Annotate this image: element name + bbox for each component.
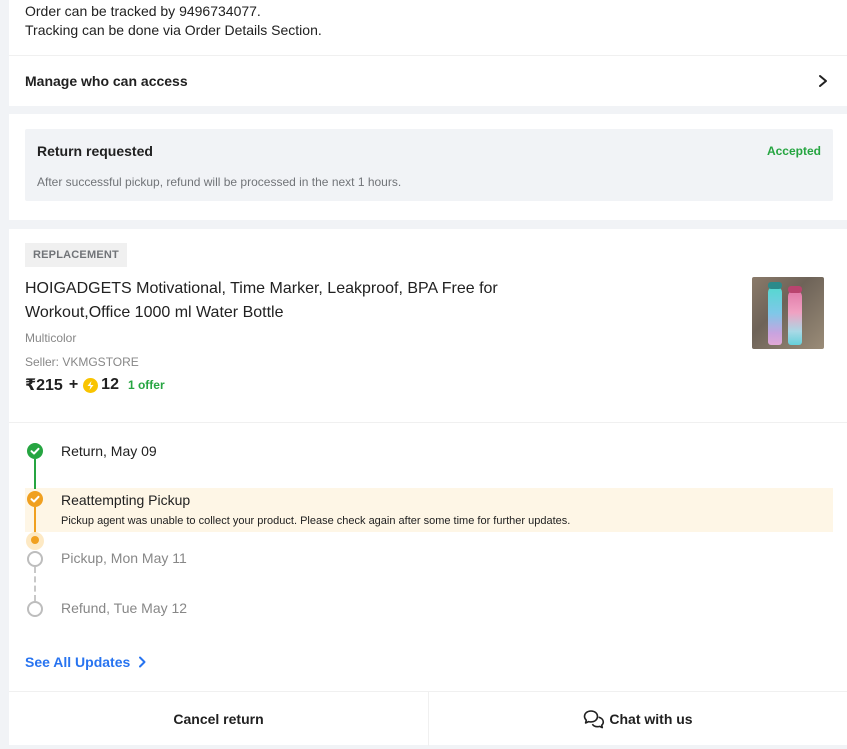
timeline-step-pickup: Pickup, Mon May 11 bbox=[61, 550, 187, 566]
return-status-description: After successful pickup, refund will be … bbox=[37, 175, 402, 189]
chat-with-us-label: Chat with us bbox=[609, 711, 693, 727]
price-plus: + bbox=[68, 376, 79, 393]
bottle-cap bbox=[788, 286, 802, 293]
see-all-updates-label: See All Updates bbox=[25, 654, 131, 670]
timeline-step-refund: Refund, Tue May 12 bbox=[61, 600, 188, 616]
coin-count: 12 bbox=[101, 376, 119, 393]
divider bbox=[9, 422, 847, 423]
manage-access-label: Manage who can access bbox=[25, 73, 188, 89]
return-status-card: Return requested Accepted After successf… bbox=[9, 114, 847, 220]
offer-link[interactable]: 1 offer bbox=[128, 378, 165, 392]
timeline-line-done bbox=[34, 459, 36, 489]
chat-with-us-button[interactable]: Chat with us bbox=[429, 692, 847, 746]
tracking-info-text: Tracking can be done via Order Details S… bbox=[25, 22, 322, 38]
replacement-tag: REPLACEMENT bbox=[25, 243, 127, 267]
cancel-return-button[interactable]: Cancel return bbox=[9, 692, 429, 746]
pending-step-icon bbox=[27, 601, 43, 617]
flipkart-coin-icon bbox=[83, 377, 99, 393]
cancel-return-label: Cancel return bbox=[173, 711, 264, 727]
pending-step-icon bbox=[27, 551, 43, 567]
chevron-right-icon bbox=[139, 656, 146, 668]
action-bar: Cancel return Chat with us bbox=[9, 691, 847, 746]
timeline-step-description: Pickup agent was unable to collect your … bbox=[61, 515, 571, 527]
product-color: Multicolor bbox=[25, 331, 77, 345]
tracking-number-text: Order can be tracked by 9496734077. bbox=[25, 3, 261, 19]
product-seller: Seller: VKMGSTORE bbox=[25, 355, 139, 369]
timeline-line-pending bbox=[34, 567, 36, 601]
chevron-right-icon bbox=[819, 75, 827, 87]
check-icon bbox=[27, 491, 43, 507]
bottle-shape bbox=[788, 291, 802, 345]
product-image[interactable] bbox=[752, 277, 824, 349]
chat-bubbles-icon bbox=[584, 710, 605, 729]
return-status-title: Return requested bbox=[37, 143, 153, 159]
bottle-shape bbox=[768, 287, 782, 345]
product-title[interactable]: HOIGADGETS Motivational, Time Marker, Le… bbox=[25, 277, 585, 325]
see-all-updates-link[interactable]: See All Updates bbox=[25, 654, 146, 670]
price-row: ₹215 + 12 1 offer bbox=[25, 374, 165, 396]
product-price: ₹215 bbox=[25, 377, 63, 394]
check-icon bbox=[27, 443, 43, 459]
status-badge: Accepted bbox=[766, 144, 821, 158]
return-status-box: Return requested Accepted After successf… bbox=[25, 129, 833, 201]
bottle-cap bbox=[768, 282, 782, 289]
timeline-step-reattempting: Reattempting Pickup bbox=[61, 492, 191, 508]
manage-access-row[interactable]: Manage who can access bbox=[9, 56, 847, 106]
progress-dot bbox=[31, 536, 39, 544]
tracking-card: Order can be tracked by 9496734077. Trac… bbox=[9, 0, 847, 106]
product-card: REPLACEMENT HOIGADGETS Motivational, Tim… bbox=[9, 229, 847, 746]
timeline-step-return: Return, May 09 bbox=[61, 443, 157, 459]
